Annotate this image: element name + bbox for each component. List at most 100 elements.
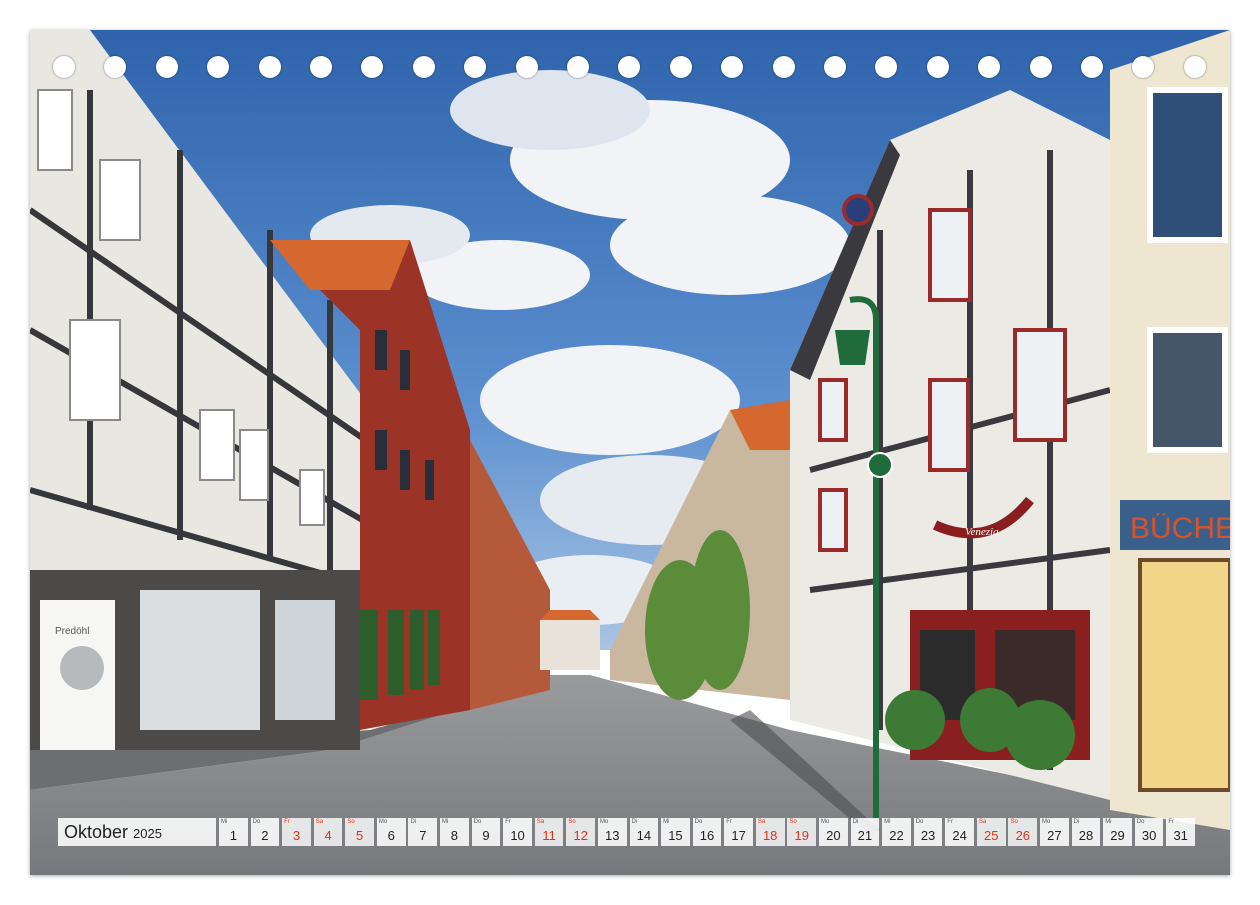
day-number: 17 [731, 828, 746, 843]
month-label-cell: Oktober 2025 [58, 818, 216, 846]
bookshop-sign: BÜCHE [1130, 512, 1230, 545]
day-number: 11 [542, 828, 556, 843]
day-number: 21 [857, 828, 873, 843]
day-number: 18 [762, 828, 778, 843]
day-cell: So 12 [566, 818, 596, 846]
day-cell: Mo 20 [818, 818, 848, 846]
day-cell: Sa 18 [755, 818, 785, 846]
day-number: 30 [1141, 828, 1157, 843]
day-cell: Mo 6 [376, 818, 406, 846]
day-cell: Di 7 [408, 818, 438, 846]
day-cell: Do 16 [692, 818, 722, 846]
day-number: 20 [826, 828, 841, 843]
weekday-label: Di [410, 819, 417, 825]
street-photo: Venezia BÜCHE Predöhl [30, 30, 1230, 875]
restaurant-sign: Venezia [965, 526, 999, 538]
weekday-label: So [568, 819, 576, 825]
day-cell: Di 14 [629, 818, 659, 846]
day-cell: So 5 [345, 818, 374, 846]
weekday-label: Mi [663, 819, 670, 825]
day-cell: So 26 [1008, 818, 1038, 846]
day-number: 6 [387, 828, 395, 843]
weekday-label: Mi [884, 819, 891, 825]
weekday-label: Mo [378, 819, 388, 825]
weekday-label: Fr [1168, 819, 1175, 825]
day-number: 8 [450, 828, 458, 843]
day-cell: Fr 31 [1166, 818, 1196, 846]
day-cell: Mo 27 [1040, 818, 1069, 846]
month-name: Oktober [64, 821, 129, 842]
day-cell: Do 9 [471, 818, 501, 846]
day-cell: Fr 3 [282, 818, 311, 846]
day-cell: Sa 11 [534, 818, 564, 846]
calendar-page: Venezia BÜCHE Predöhl [30, 30, 1230, 875]
weekday-label: Do [473, 819, 482, 825]
day-cell: Do 30 [1134, 818, 1164, 846]
month-year: 2025 [133, 826, 162, 841]
weekday-label: Fr [726, 819, 732, 825]
weekday-label: Mo [599, 819, 609, 825]
weekday-label: Di [1073, 819, 1080, 825]
day-cell: Sa 4 [313, 818, 343, 846]
day-number: 22 [889, 828, 904, 843]
day-number: 23 [920, 828, 936, 843]
weekday-label: Fr [947, 819, 953, 825]
weekday-label: Mi [221, 819, 228, 825]
weekday-label: So [1010, 819, 1018, 825]
day-number: 27 [1047, 828, 1062, 843]
weekday-label: Do [915, 819, 924, 825]
weekday-label: Sa [536, 819, 545, 825]
day-number: 16 [699, 828, 715, 843]
day-cell: Di 21 [850, 818, 880, 846]
day-number: 19 [794, 828, 809, 843]
day-cell: Di 28 [1071, 818, 1101, 846]
day-number: 28 [1078, 828, 1094, 843]
weekday-label: Sa [978, 819, 987, 825]
day-number: 29 [1110, 828, 1125, 843]
day-number: 5 [356, 828, 364, 843]
day-number: 25 [983, 828, 999, 843]
day-cell: Do 2 [250, 818, 280, 846]
weekday-label: Fr [284, 819, 290, 825]
weekday-label: Do [694, 819, 703, 825]
calendar-strip: Oktober 2025 Mi 1 Do 2 Fr 3 Sa 4 So 5 Mo 6 Di 7 Mi 8 Do 9… [58, 818, 1196, 846]
weekday-label: Mo [820, 819, 830, 825]
day-number: 15 [668, 828, 683, 843]
weekday-label: So [347, 819, 355, 825]
day-cell: So 19 [787, 818, 817, 846]
day-cell: Fr 17 [724, 818, 753, 846]
weekday-label: Sa [757, 819, 766, 825]
day-number: 7 [419, 828, 427, 843]
day-number: 10 [510, 828, 525, 843]
day-cell: Fr 24 [945, 818, 974, 846]
day-cell: Mo 13 [597, 818, 627, 846]
day-cell: Fr 10 [503, 818, 532, 846]
day-cell: Do 23 [913, 818, 943, 846]
day-number: 31 [1173, 828, 1188, 843]
weekday-label: Di [631, 819, 638, 825]
day-cell: Sa 25 [976, 818, 1006, 846]
day-number: 1 [229, 828, 237, 843]
day-number: 2 [261, 828, 269, 843]
weekday-label: Do [252, 819, 261, 825]
day-number: 24 [952, 828, 967, 843]
day-number: 4 [324, 828, 332, 843]
day-number: 12 [573, 828, 588, 843]
weekday-label: Mi [1105, 819, 1112, 825]
day-number: 9 [482, 828, 490, 843]
day-number: 3 [292, 828, 301, 843]
day-cell: Mi 8 [440, 818, 469, 846]
optician-sign: Predöhl [55, 626, 89, 637]
weekday-label: Fr [505, 819, 511, 825]
day-cell: Mi 15 [661, 818, 690, 846]
day-cell: Mi 22 [882, 818, 911, 846]
day-number: 26 [1015, 828, 1031, 843]
weekday-label: Do [1136, 819, 1145, 825]
day-number: 13 [605, 828, 620, 843]
weekday-label: Mi [442, 819, 449, 825]
day-cell: Mi 1 [219, 818, 248, 846]
day-cell: Mi 29 [1103, 818, 1132, 846]
day-number: 14 [636, 828, 652, 843]
weekday-label: Di [852, 819, 859, 825]
weekday-label: Sa [315, 819, 324, 825]
